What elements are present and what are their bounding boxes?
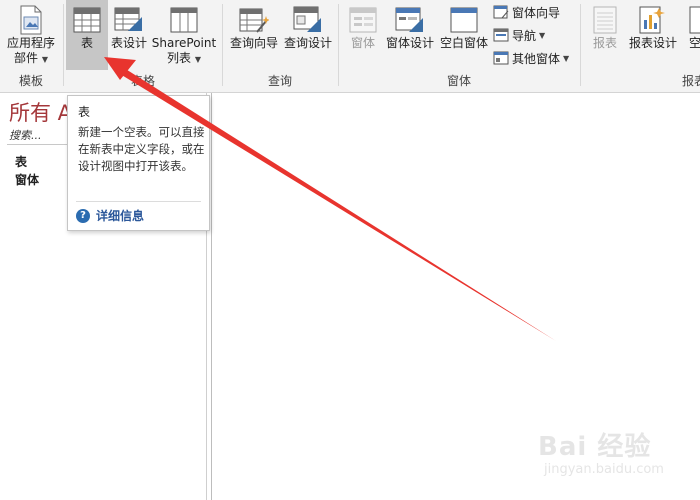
form-design-label: 窗体设计 [385,36,434,50]
table-design-label: 表设计 [110,36,147,50]
group-reports: 报表 报表设计 空相 报表 [581,0,700,92]
query-wizard-icon [239,4,269,36]
group-label-queries: 查询 [267,74,292,88]
nav-category-tables[interactable]: 表 [15,153,27,170]
blank-form-icon [449,4,479,36]
watermark-url-text: jingyan.baidu.com [544,462,664,477]
report-design-icon [638,4,668,36]
query-design-icon [293,4,323,36]
table-design-button[interactable]: 表设计 [108,0,150,70]
group-label-forms: 窗体 [446,74,471,88]
app-parts-label-2: 部件 [14,51,39,65]
blank-report-icon [686,4,700,36]
tooltip-divider [76,201,201,202]
sharepoint-list-button[interactable]: SharePoint 列表 ▼ [151,0,217,70]
table-icon [72,4,102,36]
group-tables: 表 表设计 SharePoint 列表 ▼ 表格 [64,0,222,92]
form-wizard-button[interactable]: 窗体向导 [493,3,560,21]
tooltip-description: 新建一个空表。可以直接在新表中定义字段，或在设计视图中打开该表。 [78,125,205,173]
report-icon [590,4,620,36]
navigation-icon [493,27,509,43]
form-wizard-label: 窗体向导 [512,5,561,20]
report-label: 报表 [592,36,617,50]
group-forms: 窗体 窗体设计 空白窗体 窗体向导 导航 ▼ 其他窗体 ▼ 窗体 [339,0,579,92]
form-design-icon [395,4,425,36]
dropdown-caret-icon: ▼ [194,55,201,64]
group-label-tables: 表格 [130,74,155,88]
report-design-button[interactable]: 报表设计 [625,0,681,70]
form-design-button[interactable]: 窗体设计 [383,0,437,70]
tooltip-more-info-link[interactable]: ? 详细信息 [76,207,144,224]
app-parts-button[interactable]: 应用程序 部件 ▼ [2,0,60,70]
query-wizard-button[interactable]: 查询向导 [227,0,281,70]
navigation-button[interactable]: 导航 ▼ [493,26,545,44]
sharepoint-label-1: SharePoint [151,36,217,50]
table-button-label: 表 [80,36,93,50]
blank-form-button[interactable]: 空白窗体 [437,0,491,70]
nav-category-forms[interactable]: 窗体 [15,171,39,188]
query-design-button[interactable]: 查询设计 [281,0,335,70]
query-design-label: 查询设计 [283,36,332,50]
form-button[interactable]: 窗体 [343,0,383,70]
blank-report-button[interactable]: 空相 [681,0,700,70]
group-label-templates: 模板 [18,74,43,88]
watermark-main-text: Bai 经验 [538,432,652,462]
dropdown-caret-icon: ▼ [539,30,546,40]
blank-report-label: 空相 [688,36,700,50]
more-forms-button[interactable]: 其他窗体 ▼ [493,49,569,67]
table-button[interactable]: 表 [66,0,108,70]
blank-form-label: 空白窗体 [439,36,488,50]
report-button[interactable]: 报表 [585,0,625,70]
navigation-label: 导航 [512,28,537,43]
more-forms-label: 其他窗体 [512,51,561,66]
group-label-reports: 报表 [681,74,700,88]
more-forms-icon [493,50,509,66]
form-label: 窗体 [350,36,375,50]
group-templates: 应用程序 部件 ▼ 模板 [0,0,62,92]
table-button-tooltip: 表 新建一个空表。可以直接在新表中定义字段，或在设计视图中打开该表。 ? 详细信… [67,95,210,231]
sharepoint-list-icon [169,4,199,36]
group-queries: 查询向导 查询设计 查询 [223,0,337,92]
sharepoint-label-2: 列表 [167,51,192,65]
help-question-icon: ? [76,208,90,223]
dropdown-caret-icon: ▼ [563,53,570,63]
form-icon [348,4,378,36]
tooltip-title: 表 [78,105,91,119]
dropdown-caret-icon: ▼ [41,55,48,64]
table-design-icon [114,4,144,36]
app-parts-icon [16,4,46,36]
report-design-label: 报表设计 [628,36,677,50]
baidu-jingyan-watermark: Bai 经验 jingyan.baidu.com [530,420,695,490]
app-parts-label-1: 应用程序 [6,36,55,50]
form-wizard-icon [493,4,509,20]
ribbon: 应用程序 部件 ▼ 模板 表 表设计 SharePoint 列表 ▼ 表格 查询… [0,0,700,93]
tooltip-more-info-label: 详细信息 [96,209,145,223]
query-wizard-label: 查询向导 [229,36,278,50]
